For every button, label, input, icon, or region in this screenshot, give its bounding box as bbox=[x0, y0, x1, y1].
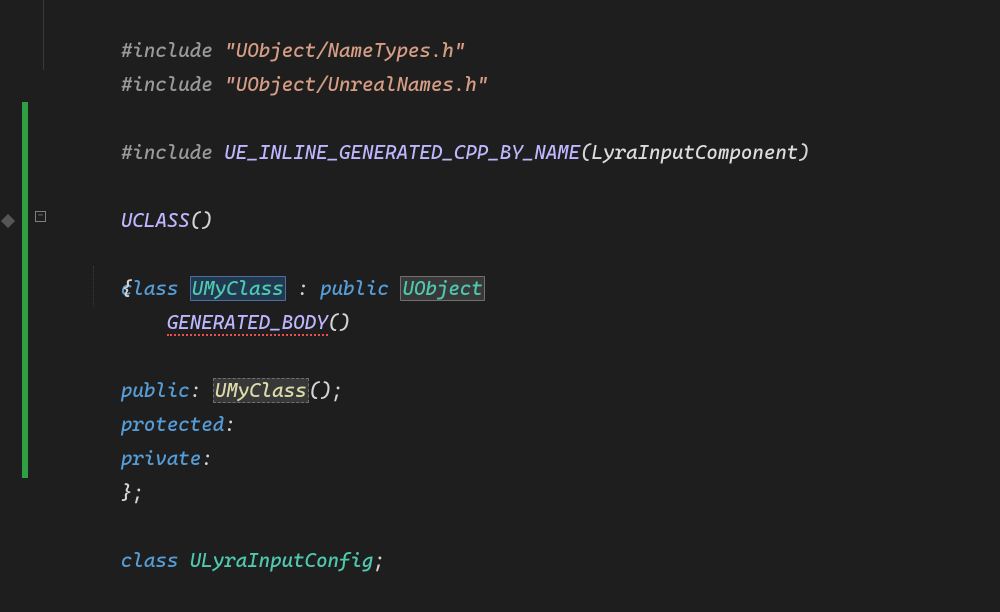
code-line[interactable]: class ULyraInputConfig; bbox=[52, 510, 1000, 544]
code-line[interactable] bbox=[52, 136, 1000, 170]
editor-gutter bbox=[0, 0, 48, 544]
bracket-guide bbox=[43, 0, 44, 70]
code-line[interactable] bbox=[52, 306, 1000, 340]
code-line[interactable]: protected: bbox=[52, 374, 1000, 408]
code-editor[interactable]: #include "UObject/NameTypes.h" #include … bbox=[0, 0, 1000, 544]
code-line[interactable]: public: UMyClass(); bbox=[52, 340, 1000, 374]
code-line[interactable]: GENERATED_BODY() bbox=[52, 272, 1000, 306]
code-line[interactable] bbox=[52, 476, 1000, 510]
type-token: ULyraInputConfig bbox=[190, 549, 374, 572]
keyword-token: class bbox=[121, 549, 178, 572]
code-line[interactable]: }; bbox=[52, 442, 1000, 476]
code-line[interactable]: − class UMyClass : public UObject bbox=[52, 204, 1000, 238]
code-line[interactable]: { bbox=[52, 238, 1000, 272]
code-line[interactable]: private: bbox=[52, 408, 1000, 442]
code-line[interactable]: #include "UObject/NameTypes.h" bbox=[52, 0, 1000, 34]
code-line[interactable]: UCLASS() bbox=[52, 170, 1000, 204]
code-line[interactable]: #include "UObject/UnrealNames.h" bbox=[52, 34, 1000, 68]
margin-glyph bbox=[1, 214, 15, 228]
fold-toggle[interactable]: − bbox=[35, 211, 46, 222]
punct-token: ; bbox=[373, 549, 384, 572]
code-line[interactable]: #include UE_INLINE_GENERATED_CPP_BY_NAME… bbox=[52, 102, 1000, 136]
change-indicator bbox=[22, 102, 28, 478]
code-line[interactable] bbox=[52, 68, 1000, 102]
code-content[interactable]: #include "UObject/NameTypes.h" #include … bbox=[0, 0, 1000, 544]
